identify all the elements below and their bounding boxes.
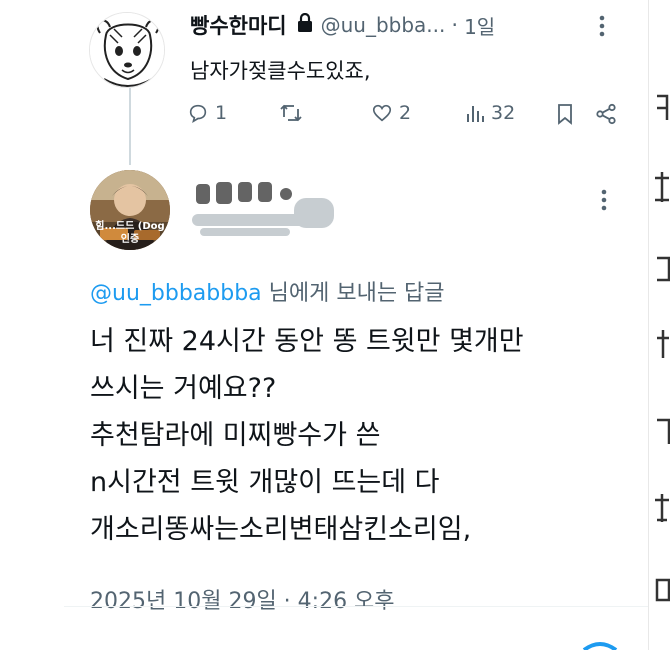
parent-avatar[interactable] bbox=[89, 12, 165, 88]
censored-user-name bbox=[190, 176, 340, 246]
reply-body-line: 추천탐라에 미찌빵수가 쓴 bbox=[90, 420, 381, 451]
parent-tweet-text: 남자가젖클수도있죠, bbox=[190, 59, 371, 83]
reply-tweet-body: 너 진짜 24시간 동안 똥 트윗만 몇개만 쓰시는 거예요?? 추천탐라에 미… bbox=[90, 318, 630, 553]
parent-handle[interactable]: @uu_bbba... bbox=[321, 13, 446, 37]
reply-count: 1 bbox=[215, 102, 228, 124]
parent-display-name[interactable]: 빵수한마디 bbox=[190, 10, 287, 40]
bookmark-icon bbox=[558, 104, 572, 125]
views-button[interactable]: 32 bbox=[465, 102, 515, 124]
replying-to-line: @uu_bbbabbba 님에게 보내는 답글 bbox=[90, 275, 445, 307]
reply-avatar[interactable]: 힘...드드 (Dog 인증 bbox=[90, 170, 170, 250]
share-icon bbox=[596, 103, 616, 125]
thread-connector-line bbox=[129, 88, 131, 165]
retweet-icon bbox=[280, 104, 302, 122]
reply-body-line: 쓰시는 거예요?? bbox=[90, 373, 277, 404]
like-button[interactable]: 2 bbox=[371, 102, 411, 124]
reply-body-line: n시간전 트윗 개많이 뜨는데 다 bbox=[90, 467, 440, 498]
header-separator: · bbox=[451, 13, 459, 37]
avatar-caption: 힘...드드 (Dog 인증 bbox=[95, 221, 165, 245]
cropped-icon-partial bbox=[580, 632, 620, 650]
reply-icon bbox=[189, 104, 207, 123]
cartoon-avatar-icon bbox=[90, 13, 164, 87]
parent-time[interactable]: 1일 bbox=[464, 11, 495, 40]
reply-button[interactable]: 1 bbox=[187, 102, 227, 124]
cropped-side-panel bbox=[648, 0, 670, 650]
divider bbox=[64, 606, 660, 607]
share-button[interactable] bbox=[594, 102, 618, 126]
bookmark-button[interactable] bbox=[555, 102, 575, 126]
reply-to-suffix: 님에게 보내는 답글 bbox=[261, 281, 445, 306]
reply-body-line: 개소리똥싸는소리변태삼킨소리임, bbox=[90, 514, 472, 545]
like-count: 2 bbox=[399, 102, 412, 124]
reply-timestamp[interactable]: 2025년 10월 29일 · 4:26 오후 bbox=[90, 583, 395, 615]
reply-body-line: 너 진짜 24시간 동안 똥 트윗만 몇개만 bbox=[90, 326, 524, 357]
more-vertical-icon bbox=[601, 189, 607, 211]
parent-action-bar: 1 2 32 bbox=[187, 100, 627, 130]
retweet-button[interactable] bbox=[279, 102, 309, 124]
views-icon bbox=[467, 106, 484, 122]
reply-to-handle-link[interactable]: @uu_bbbabbba bbox=[90, 281, 262, 306]
more-vertical-icon bbox=[599, 15, 605, 37]
lock-icon bbox=[297, 12, 313, 38]
parent-more-button[interactable] bbox=[598, 14, 606, 42]
reply-more-button[interactable] bbox=[600, 188, 608, 216]
parent-tweet-header: 빵수한마디 @uu_bbba... · 1일 bbox=[190, 10, 495, 40]
views-count: 32 bbox=[491, 102, 516, 124]
heart-icon bbox=[372, 104, 392, 122]
